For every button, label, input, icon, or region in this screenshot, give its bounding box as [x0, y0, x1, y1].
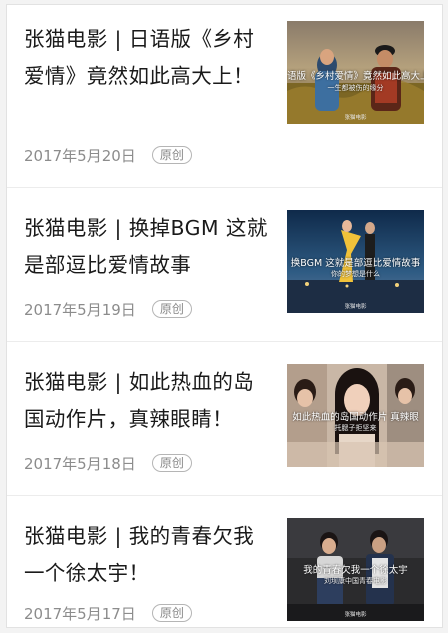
- thumbnail-subcaption: 你的梦想是什么: [331, 270, 380, 278]
- original-badge: 原创: [151, 300, 192, 318]
- article-item[interactable]: 张猫电影 | 日语版《乡村爱情》竟然如此高大上！ 2017年5月20日 原创 语…: [7, 5, 442, 188]
- original-badge: 原创: [151, 454, 192, 472]
- article-item[interactable]: 张猫电影 | 换掉BGM 这就是部逗比爱情故事 2017年5月19日 原创 换B…: [7, 188, 442, 342]
- article-list: 张猫电影 | 日语版《乡村爱情》竟然如此高大上！ 2017年5月20日 原创 语…: [6, 4, 443, 628]
- article-date: 2017年5月20日: [24, 146, 136, 165]
- original-badge: 原创: [151, 146, 192, 164]
- article-thumbnail[interactable]: 换BGM 这就是部逗比爱情故事 你的梦想是什么 张猫电影: [287, 210, 424, 313]
- thumbnail-caption: 语版《乡村爱情》竟然如此高大上: [287, 71, 424, 82]
- article-date: 2017年5月19日: [24, 300, 136, 319]
- article-title[interactable]: 张猫电影 | 如此热血的岛国动作片，真辣眼睛！: [24, 364, 274, 438]
- thumbnail-subcaption: 刘坝康中国青春电影: [324, 577, 387, 585]
- article-thumbnail[interactable]: 我的青春欠我一个徐太宇 刘坝康中国青春电影 张猫电影: [287, 518, 424, 621]
- thumbnail-credit: 张猫电影: [344, 612, 367, 618]
- article-meta: 2017年5月17日 原创: [24, 603, 192, 623]
- article-thumbnail[interactable]: 语版《乡村爱情》竟然如此高大上 一生都被伤的缘分 张猫电影: [287, 21, 424, 124]
- thumbnail-credit: 张猫电影: [344, 115, 367, 121]
- article-thumbnail[interactable]: 如此热血的岛国动作片 真辣眼 托腮子拒坚来: [287, 364, 424, 467]
- article-title[interactable]: 张猫电影 | 换掉BGM 这就是部逗比爱情故事: [24, 210, 274, 284]
- thumbnail-subcaption: 托腮子拒坚来: [334, 424, 377, 432]
- article-meta: 2017年5月18日 原创: [24, 453, 192, 473]
- thumbnail-credit: 张猫电影: [344, 304, 367, 310]
- article-item[interactable]: 张猫电影 | 如此热血的岛国动作片，真辣眼睛！ 2017年5月18日 原创 如此…: [7, 342, 442, 496]
- article-date: 2017年5月18日: [24, 454, 136, 473]
- thumbnail-subcaption: 一生都被伤的缘分: [327, 84, 384, 92]
- thumbnail-caption: 如此热血的岛国动作片 真辣眼: [292, 412, 419, 423]
- article-meta: 2017年5月20日 原创: [24, 145, 192, 165]
- article-meta: 2017年5月19日 原创: [24, 299, 192, 319]
- article-title[interactable]: 张猫电影 | 我的青春欠我一个徐太宇！: [24, 518, 274, 592]
- article-title[interactable]: 张猫电影 | 日语版《乡村爱情》竟然如此高大上！: [24, 21, 274, 95]
- thumbnail-caption: 换BGM 这就是部逗比爱情故事: [290, 258, 421, 269]
- article-date: 2017年5月17日: [24, 604, 136, 623]
- article-item[interactable]: 张猫电影 | 我的青春欠我一个徐太宇！ 2017年5月17日 原创 我的青春欠我…: [7, 496, 442, 627]
- thumbnail-caption: 我的青春欠我一个徐太宇: [303, 565, 408, 576]
- original-badge: 原创: [151, 604, 192, 622]
